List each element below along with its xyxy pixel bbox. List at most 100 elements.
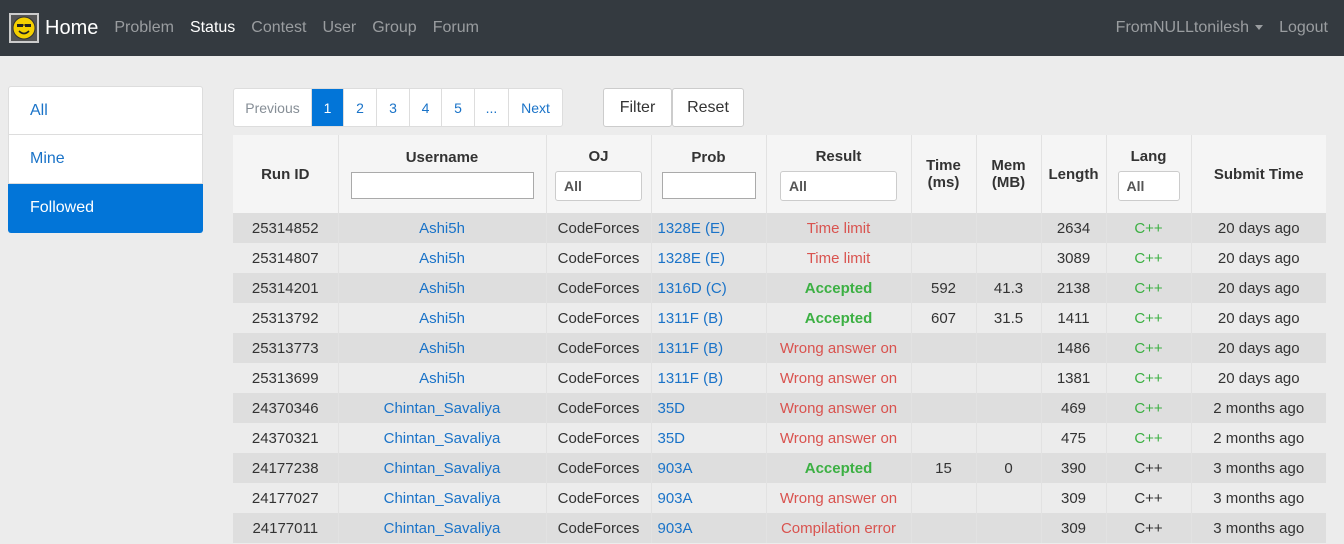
username-link[interactable]: Chintan_Savaliya [384, 430, 501, 447]
problem-link[interactable]: 1311F [658, 310, 699, 327]
nav-group[interactable]: Group [372, 19, 416, 37]
page-5[interactable]: 5 [441, 89, 474, 126]
problem-link[interactable]: 1316D [658, 280, 702, 297]
cell-prob: 1328E (E) [650, 213, 766, 243]
header-submit-time: Submit Time [1190, 135, 1326, 213]
username-link[interactable]: Ashi5h [419, 280, 465, 297]
username-link[interactable]: Chintan_Savaliya [384, 520, 501, 537]
result-label[interactable]: Wrong answer on [780, 400, 897, 417]
problem-index-link[interactable]: (E) [705, 250, 725, 267]
sidebar-item-all[interactable]: All [8, 86, 203, 135]
oj-filter-select[interactable]: All [555, 170, 642, 201]
length-value[interactable]: 1486 [1057, 340, 1090, 357]
problem-index-link[interactable]: (C) [706, 280, 727, 297]
username-link[interactable]: Ashi5h [419, 370, 465, 387]
length-value[interactable]: 1411 [1057, 310, 1089, 327]
result-label[interactable]: Time limit [807, 250, 871, 267]
username-link[interactable]: Ashi5h [419, 220, 465, 237]
nav-problem[interactable]: Problem [114, 19, 174, 37]
username-link[interactable]: Ashi5h [419, 310, 465, 327]
result-label[interactable]: Wrong answer on [780, 430, 897, 447]
page-1[interactable]: 1 [311, 89, 343, 126]
smiley-logo-icon [9, 13, 39, 43]
cell-oj: CodeForces [545, 483, 651, 513]
header-time-label: Time (ms) [926, 157, 961, 191]
result-label[interactable]: Wrong answer on [780, 370, 897, 387]
cell-lang: C++ [1105, 453, 1191, 483]
filter-button[interactable]: Filter [603, 88, 672, 127]
header-lang-label: Lang [1130, 147, 1167, 165]
header-mem: Mem (MB) [975, 135, 1041, 213]
result-filter-select[interactable]: All [780, 170, 897, 201]
table-row: 25313792 Ashi5h CodeForces 1311F (B) Accepte… [233, 303, 1326, 333]
length-value[interactable]: 2138 [1057, 280, 1090, 297]
length-value[interactable]: 469 [1061, 400, 1086, 417]
username-link[interactable]: Chintan_Savaliya [384, 490, 501, 507]
user-menu-dropdown[interactable]: FromNULLtonilesh [1116, 19, 1264, 37]
problem-link[interactable]: 903A [658, 520, 693, 537]
page-3[interactable]: 3 [376, 89, 409, 126]
prob-filter-input[interactable] [661, 172, 756, 199]
length-value[interactable]: 2634 [1057, 220, 1090, 237]
length-value[interactable]: 475 [1061, 430, 1086, 447]
length-value[interactable]: 309 [1061, 490, 1086, 507]
page-2[interactable]: 2 [343, 89, 376, 126]
problem-index-link[interactable]: (B) [703, 310, 723, 327]
caret-down-icon [1255, 25, 1264, 31]
problem-link[interactable]: 1311F [658, 340, 699, 357]
header-run-id-label: Run ID [261, 165, 310, 183]
cell-length: 3089 [1040, 243, 1106, 273]
problem-link[interactable]: 903A [658, 490, 693, 507]
problem-link[interactable]: 1311F [658, 370, 699, 387]
page-4[interactable]: 4 [409, 89, 441, 126]
problem-index-link[interactable]: (E) [705, 220, 725, 237]
nav-status[interactable]: Status [190, 19, 235, 37]
username-link[interactable]: Ashi5h [419, 340, 465, 357]
cell-length: 1381 [1040, 363, 1106, 393]
problem-link[interactable]: 1328E [658, 250, 701, 267]
problem-link[interactable]: 903A [658, 460, 693, 477]
result-label[interactable]: Accepted [805, 280, 873, 297]
result-label[interactable]: Accepted [805, 460, 873, 477]
nav-user[interactable]: User [322, 19, 356, 37]
sidebar-item-mine[interactable]: Mine [8, 135, 203, 184]
result-label[interactable]: Compilation error [781, 520, 896, 537]
page-next[interactable]: Next [508, 89, 562, 126]
length-value[interactable]: 390 [1061, 460, 1086, 477]
length-value[interactable]: 3089 [1057, 250, 1090, 267]
length-value[interactable]: 309 [1061, 520, 1086, 537]
result-label[interactable]: Accepted [805, 310, 873, 327]
cell-lang: C++ [1105, 213, 1191, 243]
username-link[interactable]: Chintan_Savaliya [384, 400, 501, 417]
nav-contest[interactable]: Contest [251, 19, 306, 37]
result-label[interactable]: Wrong answer on [780, 340, 897, 357]
length-value[interactable]: 1381 [1057, 370, 1090, 387]
page-ellipsis[interactable]: ... [474, 89, 508, 126]
problem-link[interactable]: 35D [658, 430, 686, 447]
problem-link[interactable]: 1328E [658, 220, 701, 237]
cell-run-id: 24177238 [233, 453, 338, 483]
cell-time [910, 423, 976, 453]
home-link[interactable]: Home [9, 13, 98, 43]
cell-submit-time: 20 days ago [1190, 273, 1326, 303]
nav-forum[interactable]: Forum [433, 19, 479, 37]
result-label[interactable]: Time limit [807, 220, 871, 237]
cell-lang: C++ [1105, 333, 1191, 363]
username-link[interactable]: Ashi5h [419, 250, 465, 267]
lang-filter-select[interactable]: All [1117, 170, 1180, 201]
reset-button[interactable]: Reset [672, 88, 744, 127]
sidebar-item-followed[interactable]: Followed [8, 184, 203, 233]
cell-result: Time limit [765, 213, 911, 243]
cell-submit-time: 20 days ago [1190, 243, 1326, 273]
username-filter-input[interactable] [350, 172, 534, 199]
problem-index-link[interactable]: (B) [703, 340, 723, 357]
problem-index-link[interactable]: (B) [703, 370, 723, 387]
cell-run-id: 25314201 [233, 273, 338, 303]
logout-link[interactable]: Logout [1279, 19, 1328, 37]
cell-username: Ashi5h [337, 303, 546, 333]
username-link[interactable]: Chintan_Savaliya [384, 460, 501, 477]
problem-link[interactable]: 35D [658, 400, 686, 417]
page-previous[interactable]: Previous [234, 89, 311, 126]
result-label[interactable]: Wrong answer on [780, 490, 897, 507]
cell-mem [975, 333, 1041, 363]
